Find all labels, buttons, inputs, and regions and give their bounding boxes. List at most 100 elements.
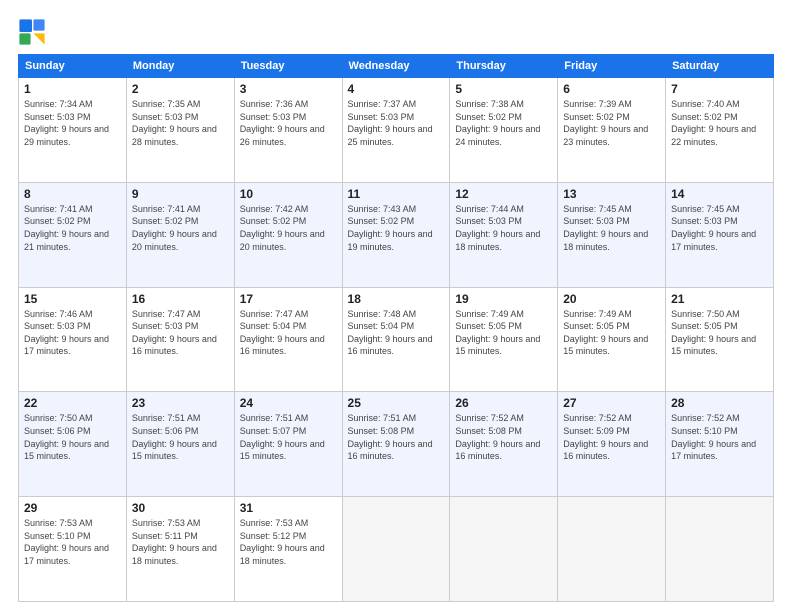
- calendar-cell: 19 Sunrise: 7:49 AMSunset: 5:05 PMDaylig…: [450, 287, 558, 392]
- calendar-cell: 2 Sunrise: 7:35 AMSunset: 5:03 PMDayligh…: [126, 78, 234, 183]
- day-detail: Sunrise: 7:45 AMSunset: 5:03 PMDaylight:…: [671, 204, 756, 252]
- calendar-cell: 15 Sunrise: 7:46 AMSunset: 5:03 PMDaylig…: [19, 287, 127, 392]
- day-detail: Sunrise: 7:50 AMSunset: 5:06 PMDaylight:…: [24, 413, 109, 461]
- calendar-cell: [450, 497, 558, 602]
- logo: [18, 18, 48, 46]
- day-number: 10: [240, 187, 337, 201]
- day-number: 12: [455, 187, 552, 201]
- day-number: 17: [240, 292, 337, 306]
- day-detail: Sunrise: 7:53 AMSunset: 5:12 PMDaylight:…: [240, 518, 325, 566]
- day-number: 25: [348, 396, 445, 410]
- day-number: 15: [24, 292, 121, 306]
- calendar-cell: 29 Sunrise: 7:53 AMSunset: 5:10 PMDaylig…: [19, 497, 127, 602]
- day-detail: Sunrise: 7:51 AMSunset: 5:08 PMDaylight:…: [348, 413, 433, 461]
- calendar-cell: 1 Sunrise: 7:34 AMSunset: 5:03 PMDayligh…: [19, 78, 127, 183]
- calendar-cell: 7 Sunrise: 7:40 AMSunset: 5:02 PMDayligh…: [666, 78, 774, 183]
- day-detail: Sunrise: 7:41 AMSunset: 5:02 PMDaylight:…: [24, 204, 109, 252]
- calendar-cell: [666, 497, 774, 602]
- calendar-cell: 6 Sunrise: 7:39 AMSunset: 5:02 PMDayligh…: [558, 78, 666, 183]
- day-detail: Sunrise: 7:36 AMSunset: 5:03 PMDaylight:…: [240, 99, 325, 147]
- day-number: 6: [563, 82, 660, 96]
- calendar-week-row: 22 Sunrise: 7:50 AMSunset: 5:06 PMDaylig…: [19, 392, 774, 497]
- calendar-cell: 25 Sunrise: 7:51 AMSunset: 5:08 PMDaylig…: [342, 392, 450, 497]
- calendar-cell: 4 Sunrise: 7:37 AMSunset: 5:03 PMDayligh…: [342, 78, 450, 183]
- calendar-cell: 12 Sunrise: 7:44 AMSunset: 5:03 PMDaylig…: [450, 182, 558, 287]
- calendar-cell: 26 Sunrise: 7:52 AMSunset: 5:08 PMDaylig…: [450, 392, 558, 497]
- calendar-week-row: 29 Sunrise: 7:53 AMSunset: 5:10 PMDaylig…: [19, 497, 774, 602]
- day-number: 31: [240, 501, 337, 515]
- day-number: 28: [671, 396, 768, 410]
- calendar-cell: 16 Sunrise: 7:47 AMSunset: 5:03 PMDaylig…: [126, 287, 234, 392]
- calendar-cell: 22 Sunrise: 7:50 AMSunset: 5:06 PMDaylig…: [19, 392, 127, 497]
- day-number: 13: [563, 187, 660, 201]
- day-number: 29: [24, 501, 121, 515]
- calendar-cell: 27 Sunrise: 7:52 AMSunset: 5:09 PMDaylig…: [558, 392, 666, 497]
- day-number: 20: [563, 292, 660, 306]
- day-number: 2: [132, 82, 229, 96]
- calendar-cell: 14 Sunrise: 7:45 AMSunset: 5:03 PMDaylig…: [666, 182, 774, 287]
- day-header-saturday: Saturday: [666, 55, 774, 78]
- calendar-cell: 30 Sunrise: 7:53 AMSunset: 5:11 PMDaylig…: [126, 497, 234, 602]
- day-number: 23: [132, 396, 229, 410]
- day-detail: Sunrise: 7:52 AMSunset: 5:10 PMDaylight:…: [671, 413, 756, 461]
- calendar-table: SundayMondayTuesdayWednesdayThursdayFrid…: [18, 54, 774, 602]
- day-number: 5: [455, 82, 552, 96]
- header: [18, 18, 774, 46]
- day-detail: Sunrise: 7:44 AMSunset: 5:03 PMDaylight:…: [455, 204, 540, 252]
- day-detail: Sunrise: 7:50 AMSunset: 5:05 PMDaylight:…: [671, 309, 756, 357]
- day-number: 1: [24, 82, 121, 96]
- day-number: 22: [24, 396, 121, 410]
- calendar-cell: 23 Sunrise: 7:51 AMSunset: 5:06 PMDaylig…: [126, 392, 234, 497]
- day-header-thursday: Thursday: [450, 55, 558, 78]
- calendar-cell: 3 Sunrise: 7:36 AMSunset: 5:03 PMDayligh…: [234, 78, 342, 183]
- day-detail: Sunrise: 7:41 AMSunset: 5:02 PMDaylight:…: [132, 204, 217, 252]
- day-number: 18: [348, 292, 445, 306]
- day-detail: Sunrise: 7:49 AMSunset: 5:05 PMDaylight:…: [455, 309, 540, 357]
- day-detail: Sunrise: 7:52 AMSunset: 5:09 PMDaylight:…: [563, 413, 648, 461]
- day-number: 19: [455, 292, 552, 306]
- day-number: 26: [455, 396, 552, 410]
- day-number: 7: [671, 82, 768, 96]
- calendar-cell: 31 Sunrise: 7:53 AMSunset: 5:12 PMDaylig…: [234, 497, 342, 602]
- calendar-week-row: 8 Sunrise: 7:41 AMSunset: 5:02 PMDayligh…: [19, 182, 774, 287]
- day-number: 21: [671, 292, 768, 306]
- logo-icon: [18, 18, 46, 46]
- calendar-cell: 18 Sunrise: 7:48 AMSunset: 5:04 PMDaylig…: [342, 287, 450, 392]
- day-detail: Sunrise: 7:39 AMSunset: 5:02 PMDaylight:…: [563, 99, 648, 147]
- day-detail: Sunrise: 7:51 AMSunset: 5:07 PMDaylight:…: [240, 413, 325, 461]
- day-header-monday: Monday: [126, 55, 234, 78]
- day-header-sunday: Sunday: [19, 55, 127, 78]
- day-detail: Sunrise: 7:45 AMSunset: 5:03 PMDaylight:…: [563, 204, 648, 252]
- day-detail: Sunrise: 7:43 AMSunset: 5:02 PMDaylight:…: [348, 204, 433, 252]
- day-number: 30: [132, 501, 229, 515]
- day-detail: Sunrise: 7:53 AMSunset: 5:10 PMDaylight:…: [24, 518, 109, 566]
- day-detail: Sunrise: 7:42 AMSunset: 5:02 PMDaylight:…: [240, 204, 325, 252]
- day-number: 24: [240, 396, 337, 410]
- calendar-cell: 20 Sunrise: 7:49 AMSunset: 5:05 PMDaylig…: [558, 287, 666, 392]
- day-header-wednesday: Wednesday: [342, 55, 450, 78]
- day-detail: Sunrise: 7:48 AMSunset: 5:04 PMDaylight:…: [348, 309, 433, 357]
- calendar-cell: 11 Sunrise: 7:43 AMSunset: 5:02 PMDaylig…: [342, 182, 450, 287]
- day-number: 4: [348, 82, 445, 96]
- day-header-tuesday: Tuesday: [234, 55, 342, 78]
- day-detail: Sunrise: 7:47 AMSunset: 5:04 PMDaylight:…: [240, 309, 325, 357]
- day-detail: Sunrise: 7:38 AMSunset: 5:02 PMDaylight:…: [455, 99, 540, 147]
- day-number: 9: [132, 187, 229, 201]
- day-detail: Sunrise: 7:34 AMSunset: 5:03 PMDaylight:…: [24, 99, 109, 147]
- calendar-cell: 13 Sunrise: 7:45 AMSunset: 5:03 PMDaylig…: [558, 182, 666, 287]
- day-detail: Sunrise: 7:37 AMSunset: 5:03 PMDaylight:…: [348, 99, 433, 147]
- day-detail: Sunrise: 7:53 AMSunset: 5:11 PMDaylight:…: [132, 518, 217, 566]
- day-number: 8: [24, 187, 121, 201]
- calendar-cell: [342, 497, 450, 602]
- page: SundayMondayTuesdayWednesdayThursdayFrid…: [0, 0, 792, 612]
- calendar-cell: 5 Sunrise: 7:38 AMSunset: 5:02 PMDayligh…: [450, 78, 558, 183]
- calendar-header-row: SundayMondayTuesdayWednesdayThursdayFrid…: [19, 55, 774, 78]
- calendar-week-row: 1 Sunrise: 7:34 AMSunset: 5:03 PMDayligh…: [19, 78, 774, 183]
- day-number: 27: [563, 396, 660, 410]
- day-detail: Sunrise: 7:40 AMSunset: 5:02 PMDaylight:…: [671, 99, 756, 147]
- calendar-cell: 28 Sunrise: 7:52 AMSunset: 5:10 PMDaylig…: [666, 392, 774, 497]
- day-detail: Sunrise: 7:47 AMSunset: 5:03 PMDaylight:…: [132, 309, 217, 357]
- calendar-cell: 9 Sunrise: 7:41 AMSunset: 5:02 PMDayligh…: [126, 182, 234, 287]
- calendar-cell: 21 Sunrise: 7:50 AMSunset: 5:05 PMDaylig…: [666, 287, 774, 392]
- day-detail: Sunrise: 7:46 AMSunset: 5:03 PMDaylight:…: [24, 309, 109, 357]
